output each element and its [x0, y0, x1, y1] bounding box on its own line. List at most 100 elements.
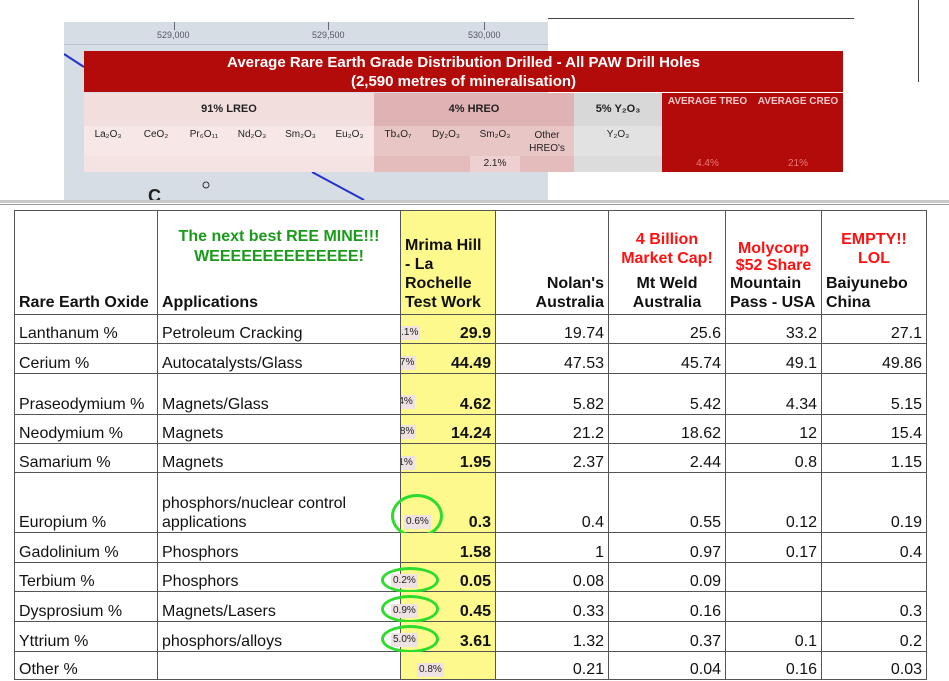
oxide-name: Samarium %	[14, 443, 158, 473]
mrima-value: 5.0% 3.61	[381, 621, 496, 653]
header-oxide: Rare Earth Oxide	[14, 210, 158, 315]
oxide-nd2o3: Nd₂O₃	[228, 126, 276, 156]
highlight-circle	[381, 595, 439, 623]
y2o3-group: 5% Y₂O₃	[574, 93, 662, 126]
table-row: Praseodymium % Magnets/Glass 4.4% 4.62 5.…	[14, 373, 927, 415]
mrima-number: 1.58	[459, 544, 491, 561]
application: Magnets/Lasers	[157, 591, 401, 622]
oxide-name: Praseodymium %	[14, 373, 158, 415]
bai-label: Baiyunebo China	[826, 275, 908, 311]
mrima-value: 0.8%	[400, 651, 496, 680]
mrima-number: 0.05	[459, 573, 491, 590]
header-baiyunebo: EMPTY!! LOL Baiyunebo China	[821, 210, 927, 315]
table-row: Dysprosium % Magnets/Lasers 0.9% 0.45 0.3…	[14, 591, 927, 623]
table-row: Cerium % Autocatalysts/Glass 42.7%44.49 …	[14, 343, 927, 374]
oxide-dy2o3: Dy₂O₃	[422, 126, 470, 156]
mtweld-note: 4 Billion Market Cap!	[621, 231, 713, 267]
creo-value: 21%	[753, 156, 843, 172]
oxide-name: Lanthanum %	[14, 314, 158, 344]
oxide-name: Other %	[14, 651, 158, 680]
lreo-group: 91% LREO	[84, 93, 374, 126]
bai-value: 0.3	[821, 591, 927, 622]
nolans-value: 1	[495, 532, 609, 563]
grade-title: Average Rare Earth Grade Distribution Dr…	[84, 51, 843, 92]
mtweld-value: 0.09	[608, 562, 726, 592]
bai-value: 49.86	[821, 343, 927, 374]
y2o3-value	[574, 156, 662, 172]
bai-note: EMPTY!! LOL	[841, 231, 907, 267]
application: Phosphors	[157, 532, 401, 563]
ree-comparison-table: Rare Earth Oxide The next best REE MINE!…	[14, 210, 927, 680]
application: Magnets	[157, 443, 401, 473]
table-row: Samarium % Magnets 2.1% 1.95 2.37 2.44 0.…	[14, 443, 927, 473]
nolans-value: 0.08	[495, 562, 609, 592]
header-mountain-pass: Molycorp $52 Share Mountain Pass - USA	[725, 210, 822, 315]
mp-note: Molycorp $52 Share	[735, 240, 812, 274]
mrima-value: 14.8% 14.24	[400, 414, 496, 444]
oxide-name: Europium %	[14, 472, 158, 533]
mrima-number: 4.62	[459, 396, 491, 413]
section-separator	[0, 200, 949, 203]
oxide-sm2o3-hreo: Sm₂O₃	[470, 126, 520, 156]
bai-value: 15.4	[821, 414, 927, 444]
lreo-values	[84, 156, 374, 172]
oxide-name: Yttrium %	[14, 621, 158, 652]
oxide-name: Neodymium %	[14, 414, 158, 444]
applications-label: Applications	[162, 294, 259, 311]
highlight-circle	[381, 567, 439, 593]
mp-value: 49.1	[725, 343, 822, 374]
mrima-value: 25.1% 29.9	[400, 314, 496, 344]
nolans-value: 21.2	[495, 414, 609, 444]
other-hreo-value	[520, 156, 574, 172]
mtweld-value: 25.6	[608, 314, 726, 344]
mrima-number: 1.95	[459, 454, 491, 471]
mrima-value: 0.6% 0.3	[391, 472, 496, 538]
mp-value: 0.17	[725, 532, 822, 563]
mp-value: 0.16	[725, 651, 822, 680]
bai-value: 0.4	[821, 532, 927, 563]
mtweld-value: 18.62	[608, 414, 726, 444]
creo-spacer	[753, 126, 843, 156]
oxide-name: Terbium %	[14, 562, 158, 592]
nolans-value: 0.4	[495, 472, 609, 533]
highlight-circle	[391, 494, 443, 538]
oxide-name: Dysprosium %	[14, 591, 158, 622]
grade-title-line1: Average Rare Earth Grade Distribution Dr…	[227, 54, 700, 71]
mtweld-value: 0.16	[608, 591, 726, 622]
divider-line	[918, 0, 919, 82]
oxide-other-hreo: Other HREO's	[520, 126, 574, 156]
mrima-number: 0.45	[459, 603, 491, 620]
table-row: Lanthanum % Petroleum Cracking 25.1% 29.9…	[14, 314, 927, 344]
bai-value: 0.19	[821, 472, 927, 533]
mtweld-label: Mt Weld Australia	[632, 275, 702, 311]
application: Magnets	[157, 414, 401, 444]
nolans-value: 47.53	[495, 343, 609, 374]
hreo-group: 4% HREO	[374, 93, 574, 126]
application	[157, 651, 401, 680]
mp-value	[725, 591, 822, 622]
mrima-value: 1.58	[400, 532, 496, 563]
hreo-values	[374, 156, 470, 172]
section-separator	[0, 204, 949, 205]
bai-value: 27.1	[821, 314, 927, 344]
bai-value	[821, 562, 927, 592]
nolans-value: 19.74	[495, 314, 609, 344]
mrima-number: 14.24	[450, 425, 491, 442]
header-applications: The next best REE MINE!!! WEEEEEEEEEEEEE…	[157, 210, 401, 315]
grade-title-line2: (2,590 metres of mineralisation)	[350, 73, 577, 90]
mp-value: 12	[725, 414, 822, 444]
highlight-circle	[381, 625, 439, 653]
table-row: Other % 0.8% 0.21 0.04 0.16 0.03	[14, 651, 927, 680]
grade-tag: 4.4%	[401, 395, 415, 409]
oxide-tb4o7: Tb₄O₇	[374, 126, 422, 156]
application: phosphors/nuclear control applications	[157, 472, 401, 533]
nolans-value: 0.21	[495, 651, 609, 680]
grade-tag: 0.8%	[417, 663, 444, 677]
table-row: Neodymium % Magnets 14.8% 14.24 21.2 18.6…	[14, 414, 927, 444]
mtweld-value: 0.37	[608, 621, 726, 652]
application: phosphors/alloys	[157, 621, 401, 652]
application: Magnets/Glass	[157, 373, 401, 415]
oxide-eu2o3: Eu₂O₃	[325, 126, 374, 156]
mtweld-value: 0.97	[608, 532, 726, 563]
header-nolans: Nolan's Australia	[495, 210, 609, 315]
